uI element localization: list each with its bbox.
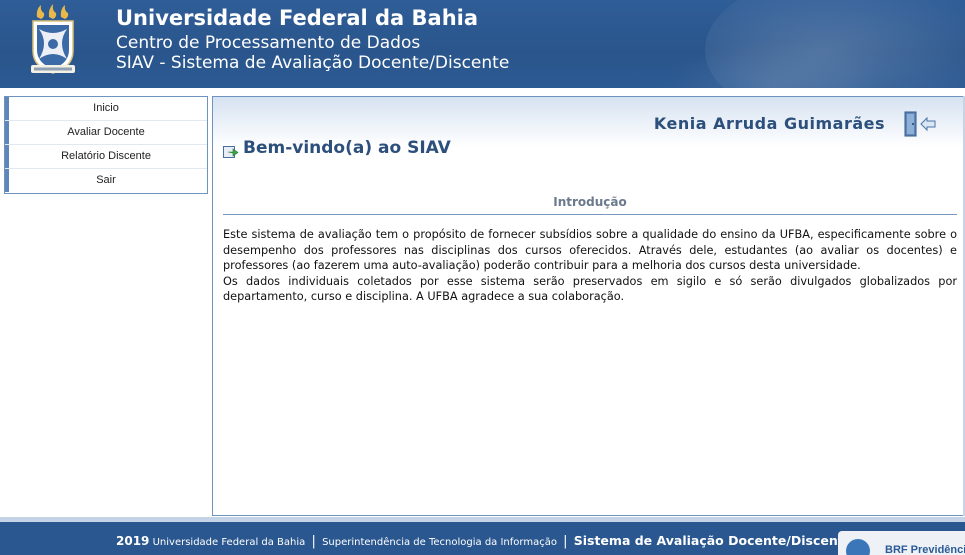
main-panel: Kenia Arruda Guimarães Bem-vindo(a) ao S… xyxy=(212,96,965,516)
welcome-heading: Bem-vindo(a) ao SIAV xyxy=(243,138,451,158)
header-subtitle: Centro de Processamento de Dados xyxy=(116,33,421,53)
brf-logo-icon xyxy=(846,539,870,555)
menu-item-relatorio-discente[interactable]: Relatório Discente xyxy=(5,145,207,169)
site-footer: 2019 Universidade Federal da Bahia | Sup… xyxy=(0,522,965,555)
brf-banner-text: BRF Previdência xyxy=(885,544,965,555)
ufba-logo xyxy=(31,4,75,74)
footer-sti: Superintendência de Tecnologia da Inform… xyxy=(322,537,557,548)
menu-item-avaliar-docente[interactable]: Avaliar Docente xyxy=(5,121,207,145)
footer-university: Universidade Federal da Bahia xyxy=(152,537,306,548)
footer-separator-2: | xyxy=(563,534,568,549)
user-name: Kenia Arruda Guimarães xyxy=(653,114,885,133)
menu-item-sair[interactable]: Sair xyxy=(5,169,207,192)
intro-paragraph-2: Os dados individuais coletados por esse … xyxy=(223,274,957,304)
footer-separator-1: | xyxy=(311,534,316,549)
footer-year: 2019 xyxy=(116,534,150,548)
footer-text: 2019 Universidade Federal da Bahia | Sup… xyxy=(116,533,852,549)
intro-text: Este sistema de avaliação tem o propósit… xyxy=(223,227,957,305)
intro-paragraph-1: Este sistema de avaliação tem o propósit… xyxy=(223,228,957,272)
arrow-page-icon xyxy=(223,146,239,158)
section-title-introducao: Introdução xyxy=(223,195,957,215)
menu-item-inicio[interactable]: Inicio xyxy=(5,97,207,121)
header-title: Universidade Federal da Bahia xyxy=(116,6,479,30)
header-system-name: SIAV - Sistema de Avaliação Docente/Disc… xyxy=(116,53,510,73)
sidebar-menu: Inicio Avaliar Docente Relatório Discent… xyxy=(4,96,208,194)
brf-previdencia-banner[interactable]: BRF Previdência xyxy=(838,531,965,555)
exit-door-icon[interactable] xyxy=(903,111,937,137)
footer-system-name: Sistema de Avaliação Docente/Discente xyxy=(573,533,853,548)
site-header: Universidade Federal da Bahia Centro de … xyxy=(0,0,965,88)
